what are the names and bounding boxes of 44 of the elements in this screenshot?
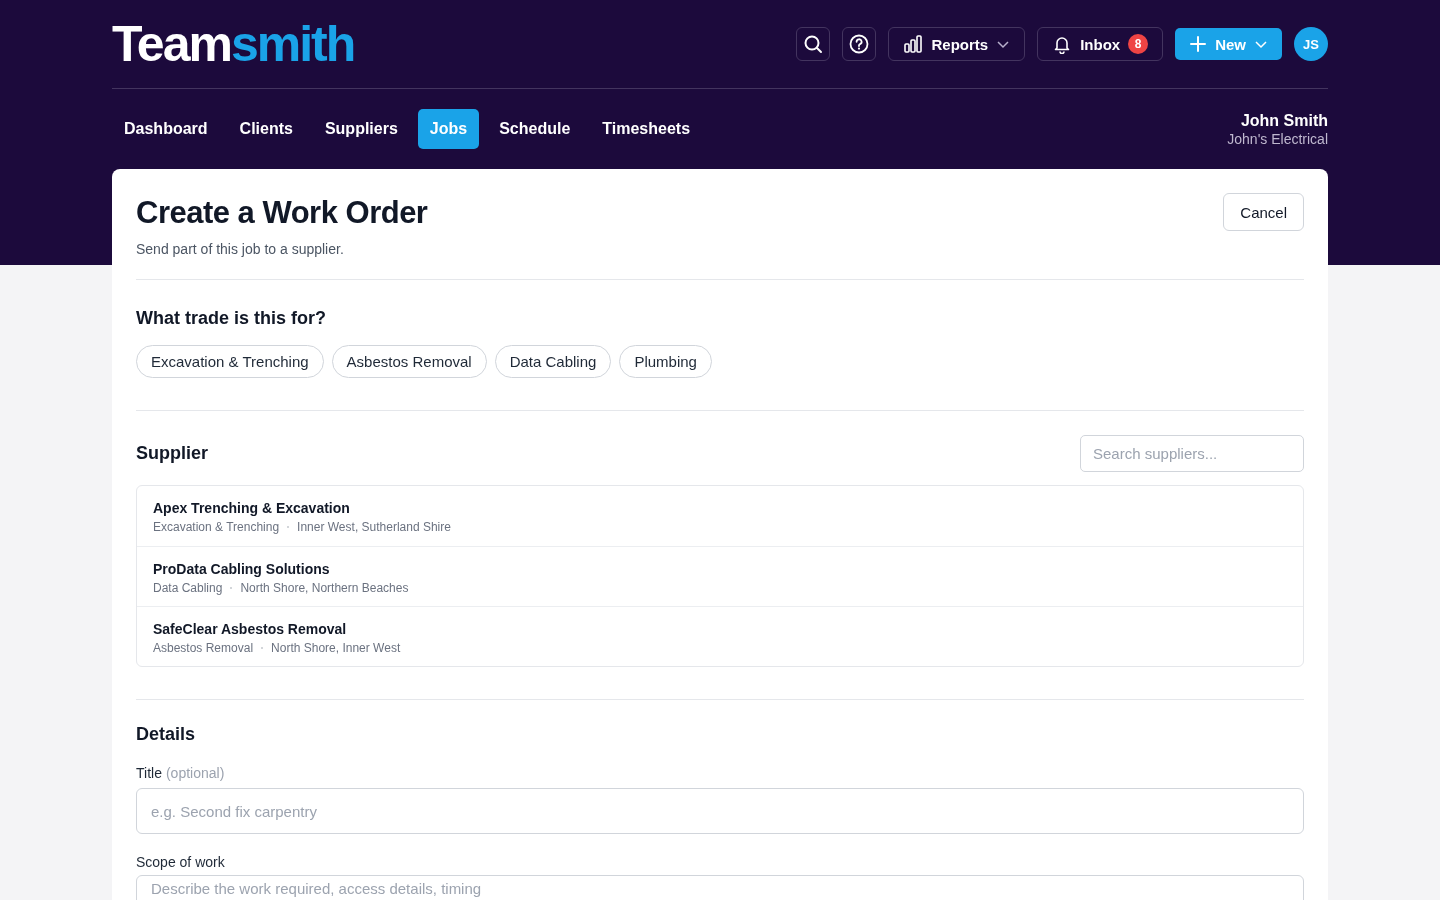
nav-tab[interactable]: Schedule <box>487 109 583 149</box>
field-label: Title <box>136 765 162 781</box>
section-heading: What trade is this for? <box>136 308 327 329</box>
supplier-name: ProData Cabling Solutions <box>153 561 331 577</box>
trade-chip[interactable]: Excavation & Trenching <box>136 345 324 378</box>
supplier-name: Apex Trenching & Excavation <box>153 500 351 516</box>
nav-tab[interactable]: Clients <box>227 109 305 149</box>
supplier-areas: North Shore, Northern Beaches <box>240 581 409 595</box>
inbox-button[interactable]: Inbox 8 <box>1037 27 1164 61</box>
cancel-button[interactable]: Cancel <box>1223 193 1304 231</box>
help-button[interactable] <box>842 27 877 61</box>
supplier-trade: Excavation & Trenching <box>153 520 280 534</box>
trade-chip[interactable]: Plumbing <box>619 345 712 378</box>
search-field[interactable]: Search suppliers... <box>1080 435 1304 472</box>
logo: Teamsmith <box>112 19 355 69</box>
supplier-row[interactable]: Apex Trenching & Excavation Excavation & Trenching Inner West, Sutherland Shire <box>137 486 1303 546</box>
search-icon <box>803 34 824 54</box>
section-heading: Details <box>136 724 197 745</box>
title-field[interactable]: e.g. Second fix carpentry <box>136 788 1304 834</box>
scope-field[interactable]: Describe the work required, access details, timing <box>136 875 1304 900</box>
reports-button[interactable]: Reports <box>888 27 1026 61</box>
field-label: Scope of work <box>136 854 225 870</box>
bar-chart-icon <box>903 34 924 54</box>
search-button[interactable] <box>796 27 831 61</box>
plus-icon <box>1189 35 1208 53</box>
supplier-row[interactable]: SafeClear Asbestos Removal Asbestos Removal North Shore, Inner West <box>137 606 1303 666</box>
supplier-areas: North Shore, Inner West <box>271 641 401 655</box>
supplier-name: SafeClear Asbestos Removal <box>153 621 348 637</box>
trade-chip[interactable]: Asbestos Removal <box>331 345 487 378</box>
user-name: John Smith <box>1240 111 1328 130</box>
nav-tab[interactable]: Timesheets <box>590 109 703 149</box>
nav-tab[interactable]: Suppliers <box>312 109 410 149</box>
company-name: John's Electrical <box>1227 130 1328 147</box>
help-icon <box>849 34 870 54</box>
optional-hint: (optional) <box>165 765 225 781</box>
supplier-trade: Asbestos Removal <box>153 641 254 655</box>
supplier-trade: Data Cabling <box>153 581 223 595</box>
supplier-areas: Inner West, Sutherland Shire <box>297 520 451 534</box>
section-heading: Supplier <box>136 443 208 464</box>
page-subtitle: Send part of this job to a supplier. <box>136 241 345 257</box>
trade-chip[interactable]: Data Cabling <box>494 345 612 378</box>
nav-tab[interactable]: Dashboard <box>112 109 220 149</box>
page-title: Create a Work Order <box>136 195 428 231</box>
supplier-row[interactable]: ProData Cabling Solutions Data Cabling North Shore, Northern Beaches <box>137 546 1303 606</box>
